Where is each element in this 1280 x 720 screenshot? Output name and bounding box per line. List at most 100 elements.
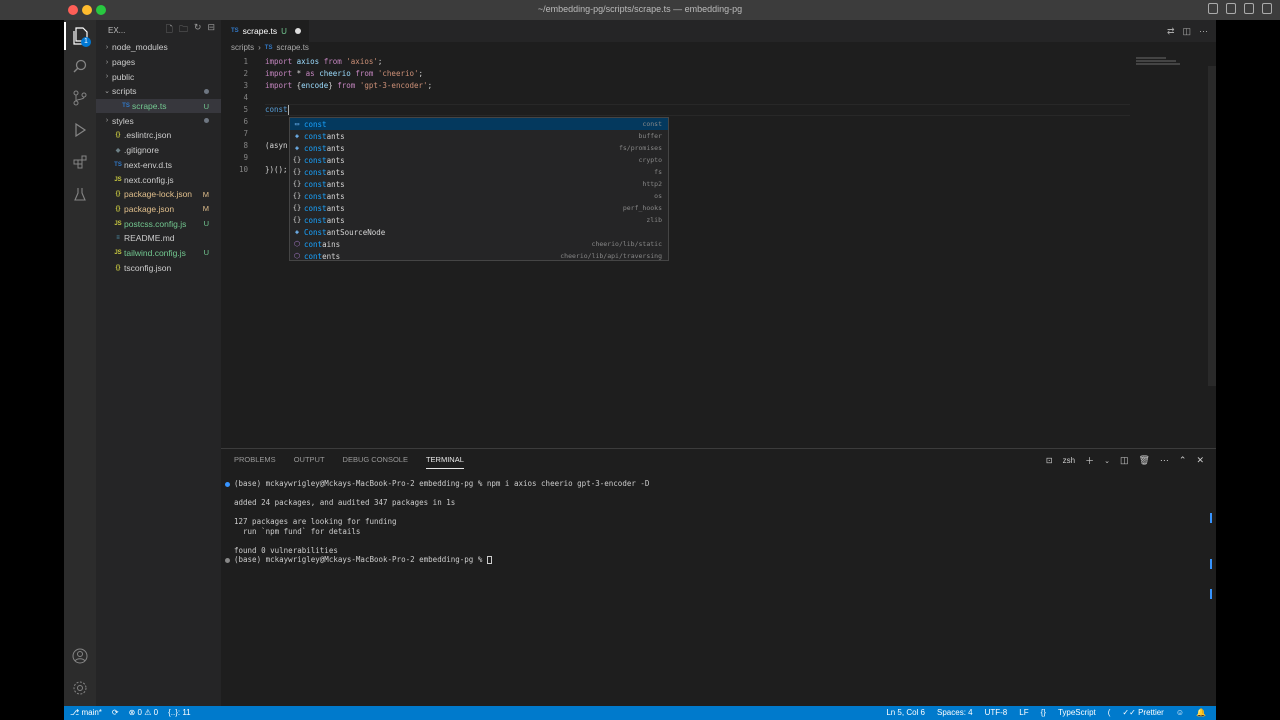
- file-tree-item[interactable]: TS scrape.ts U: [96, 98, 221, 114]
- terminal-output[interactable]: (base) mckaywrigley@Mckays-MacBook-Pro-2…: [225, 479, 649, 565]
- manage-gear-icon[interactable]: [64, 674, 96, 702]
- suggestion-item[interactable]: ⬡ contents cheerio/lib/api/traversing: [290, 250, 668, 262]
- collapse-all-icon[interactable]: ⊟: [207, 22, 215, 38]
- language-mode[interactable]: TypeScript: [1058, 708, 1096, 717]
- suggestion-item[interactable]: ⬡ contains cheerio/lib/static: [290, 238, 668, 250]
- chevron-down-icon[interactable]: ⌄: [1104, 457, 1110, 465]
- suggestion-item[interactable]: {} constants zlib: [290, 214, 668, 226]
- branch-item[interactable]: ⎇ main*: [70, 708, 102, 717]
- suggestion-item[interactable]: {} constants os: [290, 190, 668, 202]
- tab-debug-console[interactable]: DEBUG CONSOLE: [343, 455, 408, 469]
- compare-icon[interactable]: ⇄: [1167, 26, 1175, 37]
- panel-actions: ⊡ zsh ＋ ⌄ ◫ 🗑 ⋯ ⌃ ✕: [1046, 454, 1204, 467]
- chevron-right-icon: ›: [105, 43, 109, 51]
- tab-problems[interactable]: PROBLEMS: [234, 455, 276, 469]
- feedback-icon[interactable]: ☺: [1176, 708, 1184, 717]
- file-tree-item[interactable]: ⌄ scripts: [96, 84, 221, 99]
- run-debug-icon[interactable]: [64, 116, 96, 144]
- suggestion-item[interactable]: ◈ ConstantSourceNode: [290, 226, 668, 238]
- problems-item[interactable]: ⊗ 0 ⚠ 0: [129, 708, 158, 717]
- unsaved-dot-icon[interactable]: [294, 28, 301, 34]
- file-tree-item[interactable]: {} tsconfig.json: [96, 260, 221, 275]
- toggle-panel-icon[interactable]: [1226, 3, 1236, 14]
- new-terminal-icon[interactable]: ＋: [1085, 454, 1094, 467]
- customize-layout-icon[interactable]: [1262, 3, 1272, 14]
- split-editor-icon[interactable]: ◫: [1182, 26, 1191, 37]
- split-terminal-icon[interactable]: ◫: [1120, 455, 1129, 466]
- file-tree-item[interactable]: › node_modules: [96, 40, 221, 55]
- terminal-line: 127 packages are looking for funding: [234, 517, 397, 526]
- keyword-icon: ▭: [294, 120, 300, 128]
- file-tree-item[interactable]: TS next-env.d.ts: [96, 158, 221, 173]
- file-tree-item[interactable]: {} package-lock.json M: [96, 187, 221, 202]
- file-tree-item[interactable]: › public: [96, 69, 221, 84]
- maximize-panel-icon[interactable]: ⌃: [1179, 455, 1187, 466]
- code-text: (asyn: [265, 140, 288, 152]
- file-tree-label: scrape.ts: [132, 101, 167, 112]
- search-icon[interactable]: [64, 52, 96, 80]
- suggestion-item[interactable]: {} constants crypto: [290, 154, 668, 166]
- source-control-icon[interactable]: [64, 84, 96, 112]
- suggestion-detail: os: [654, 192, 662, 200]
- more-actions-icon[interactable]: ⋯: [1199, 26, 1208, 37]
- suggestion-item[interactable]: {} constants http2: [290, 178, 668, 190]
- formatter-item[interactable]: ✓✓ Prettier: [1122, 708, 1163, 717]
- file-tree-item[interactable]: {} package.json M: [96, 202, 221, 217]
- file-tree-item[interactable]: JS tailwind.config.js U: [96, 246, 221, 261]
- suggestion-match: const: [304, 167, 327, 177]
- file-tree-item[interactable]: › styles: [96, 113, 221, 128]
- code-text: const: [265, 104, 289, 116]
- end-of-line[interactable]: LF: [1019, 708, 1028, 717]
- breadcrumb-folder[interactable]: scripts: [231, 43, 254, 52]
- suggestion-rest: ants: [326, 191, 345, 201]
- suggestion-item[interactable]: {} constants fs: [290, 166, 668, 178]
- suggestion-item[interactable]: ▭ const const: [290, 118, 668, 130]
- suggestion-item[interactable]: {} constants perf_hooks: [290, 202, 668, 214]
- explorer-title: EX...: [108, 25, 126, 35]
- encoding[interactable]: UTF-8: [985, 708, 1008, 717]
- file-tree-item[interactable]: JS next.config.js: [96, 172, 221, 187]
- tab-output[interactable]: OUTPUT: [294, 455, 325, 469]
- more-icon[interactable]: ⋯: [1160, 455, 1169, 466]
- new-file-icon[interactable]: 🗋: [166, 22, 173, 38]
- minimap[interactable]: [1136, 56, 1196, 76]
- account-icon[interactable]: [64, 642, 96, 670]
- right-margin: [1216, 20, 1280, 720]
- terminal-shell-label[interactable]: zsh: [1063, 456, 1075, 465]
- autocomplete-suggestions[interactable]: ▭ const const ◈ constants buffer ◈ constants fs/…: [289, 117, 669, 261]
- explorer-icon[interactable]: 1: [64, 22, 96, 50]
- suggestion-label: constants: [304, 168, 345, 177]
- cursor-position[interactable]: Ln 5, Col 6: [886, 708, 925, 717]
- terminal-shell-icon[interactable]: ⊡: [1046, 456, 1053, 465]
- braces-icon[interactable]: {}: [1041, 708, 1046, 717]
- refresh-icon[interactable]: ↻: [194, 22, 202, 38]
- file-tree-item[interactable]: {} .eslintrc.json: [96, 128, 221, 143]
- extensions-icon[interactable]: [64, 148, 96, 176]
- toggle-secondary-sidebar-icon[interactable]: [1244, 3, 1254, 14]
- tab-scrape-ts[interactable]: TS scrape.ts U: [221, 20, 309, 42]
- file-tree-item[interactable]: ≡ README.md: [96, 231, 221, 246]
- breadcrumb-file[interactable]: scrape.ts: [276, 43, 308, 52]
- toggle-sidebar-icon[interactable]: [1208, 3, 1218, 14]
- javascript-file-icon: JS: [114, 176, 122, 183]
- kill-terminal-icon[interactable]: 🗑: [1138, 455, 1149, 466]
- file-tree-item[interactable]: › pages: [96, 55, 221, 70]
- new-folder-icon[interactable]: 🗀: [179, 22, 188, 38]
- git-status: U: [203, 248, 209, 258]
- status-extra[interactable]: {..}: 11: [168, 708, 191, 717]
- file-tree-item[interactable]: JS postcss.config.js U: [96, 216, 221, 231]
- notifications-bell-icon[interactable]: 🔔: [1196, 708, 1206, 717]
- file-tree-item[interactable]: ◆ .gitignore: [96, 143, 221, 158]
- suggestion-item[interactable]: ◈ constants buffer: [290, 130, 668, 142]
- code-token: from: [337, 81, 360, 90]
- suggestion-item[interactable]: ◈ constants fs/promises: [290, 142, 668, 154]
- editor-scrollbar[interactable]: [1208, 66, 1216, 386]
- explorer-sidebar: EX... 🗋 🗀 ↻ ⊟ › node_modules › pages › public…: [96, 20, 221, 706]
- suggestion-match: const: [304, 191, 327, 201]
- testing-icon[interactable]: [64, 180, 96, 208]
- sync-icon[interactable]: ⟳: [112, 708, 119, 717]
- tab-terminal[interactable]: TERMINAL: [425, 455, 464, 469]
- close-panel-icon[interactable]: ✕: [1196, 455, 1204, 466]
- indentation[interactable]: Spaces: 4: [937, 708, 973, 717]
- line-number: 5: [243, 105, 248, 114]
